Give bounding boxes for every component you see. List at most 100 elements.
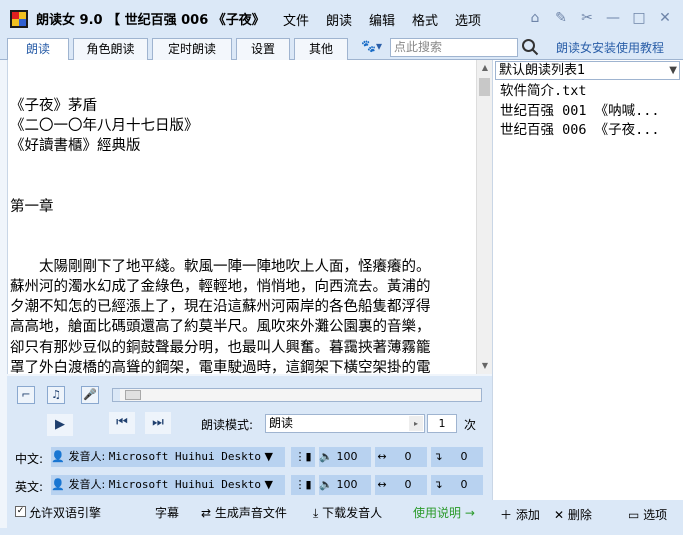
- skip-back-icon: ⏮: [116, 415, 128, 430]
- search-input[interactable]: 点此搜索: [390, 38, 518, 57]
- document-line: [10, 177, 475, 197]
- mode-select-value: 朗读: [269, 416, 294, 430]
- window-controls: ⌂ ✎ ✂ — □ ✕: [525, 8, 675, 28]
- english-pitch-control[interactable]: ↴ 0: [431, 475, 483, 495]
- scroll-down-icon[interactable]: ▼: [477, 358, 492, 374]
- play-icon: ▶: [55, 417, 65, 432]
- speaker-icon: 🔈: [319, 478, 333, 491]
- english-speaker-select[interactable]: 👤 发音人: Microsoft Huihui Deskto ▼: [51, 475, 285, 495]
- chevron-down-icon: ▼: [264, 478, 274, 491]
- usage-link[interactable]: 使用说明 →: [413, 504, 475, 521]
- chevron-down-icon: ▼: [669, 65, 677, 76]
- add-button[interactable]: ＋ 添加: [500, 506, 540, 523]
- mode-select[interactable]: 朗读 ▸: [265, 414, 425, 433]
- pitch-icon: ↴: [433, 450, 443, 463]
- document-line: 卻只有那炒豆似的銅鼓聲最分明，也最叫人興奮。暮靄挾著薄霧籠: [10, 339, 431, 356]
- bilingual-label: 允许双语引擎: [29, 506, 102, 520]
- paw-icon: 🐾: [361, 39, 376, 53]
- close-icon[interactable]: ✕: [655, 8, 675, 28]
- bilingual-checkbox[interactable]: ✓: [15, 506, 26, 517]
- english-voice-label: 英文:: [15, 480, 44, 494]
- repeat-count-input[interactable]: 1: [427, 414, 457, 433]
- menu-file[interactable]: 文件: [283, 10, 326, 29]
- next-button[interactable]: ⏭: [145, 412, 171, 434]
- equalizer-icon: ⋮▮: [294, 450, 312, 463]
- english-voice-settings-button[interactable]: ⋮▮: [291, 475, 315, 495]
- playlist-select[interactable]: 默认朗读列表1 ▼: [495, 61, 680, 80]
- delete-label: 删除: [567, 508, 592, 522]
- music-note-icon[interactable]: ♫: [47, 386, 65, 404]
- skip-forward-icon: ⏭: [152, 415, 164, 430]
- english-volume-value: 100: [336, 478, 358, 491]
- document-line: 高高地，艙面比碼頭還高了約莫半尺。風吹來外灘公園裏的音樂，: [10, 319, 431, 336]
- playlist-panel: 默认朗读列表1 ▼ 软件简介.txt 世纪百强 001 《呐喊... 世纪百强 …: [492, 60, 683, 500]
- progress-thumb[interactable]: [125, 390, 141, 400]
- playlist-toolbar: ＋ 添加 ✕ 删除 ▭ 选项: [492, 500, 683, 528]
- microphone-icon[interactable]: 🎤: [81, 386, 99, 404]
- chinese-speed-value: 0: [404, 450, 412, 463]
- document-line: 《好讀書櫃》經典版: [10, 138, 141, 155]
- list-item[interactable]: 世纪百强 006 《子夜...: [500, 121, 660, 141]
- scroll-up-icon[interactable]: ▲: [477, 60, 492, 76]
- chevron-down-icon: ▼: [264, 450, 274, 463]
- document-line: 夕潮不知怎的已經漲上了，現在沿這蘇州河兩岸的各色船隻都浮得: [10, 299, 431, 316]
- download-voice-button[interactable]: ⤓ 下载发音人: [313, 504, 382, 521]
- text-scrollbar[interactable]: ▲ ▼: [476, 60, 492, 374]
- document-text[interactable]: 《子夜》茅盾 《二〇一〇年八月十七日版》 《好讀書櫃》經典版 第一章 太陽剛剛下了地平…: [10, 96, 475, 374]
- progress-fill: [113, 389, 121, 401]
- english-speed-control[interactable]: ↔ 0: [375, 475, 427, 495]
- window-title: 朗读女 9.0 【 世纪百强 006 《子夜》: [36, 13, 265, 28]
- text-editor[interactable]: 《子夜》茅盾 《二〇一〇年八月十七日版》 《好讀書櫃》經典版 第一章 太陽剛剛下了地平…: [7, 60, 492, 374]
- scroll-thumb[interactable]: [479, 78, 490, 96]
- plus-icon: ＋: [500, 508, 513, 522]
- list-item[interactable]: 软件简介.txt: [500, 82, 660, 102]
- tab-settings[interactable]: 设置: [236, 38, 290, 60]
- tab-other[interactable]: 其他: [294, 38, 348, 60]
- maximize-icon[interactable]: □: [629, 8, 649, 28]
- playlist-items: 软件简介.txt 世纪百强 001 《呐喊... 世纪百强 006 《子夜...: [500, 82, 660, 141]
- subtitle-button[interactable]: 字幕: [155, 504, 179, 521]
- install-guide-link[interactable]: 朗读女安装使用教程: [556, 39, 664, 56]
- chinese-pitch-control[interactable]: ↴ 0: [431, 447, 483, 467]
- chinese-voice-label: 中文:: [15, 452, 44, 466]
- chinese-speed-control[interactable]: ↔ 0: [375, 447, 427, 467]
- search-engine-dropdown[interactable]: 🐾▾: [361, 39, 382, 53]
- pin-icon[interactable]: ✂: [577, 8, 597, 28]
- mode-select-scroll[interactable]: ▸: [409, 416, 423, 431]
- minimize-icon[interactable]: —: [603, 8, 623, 28]
- chinese-volume-value: 100: [336, 450, 358, 463]
- document-line: [10, 157, 475, 177]
- speed-arrows-icon: ↔: [377, 478, 387, 491]
- generate-audio-button[interactable]: ⇄ 生成声音文件: [201, 504, 287, 521]
- person-icon: 👤: [51, 478, 65, 491]
- chinese-voice-settings-button[interactable]: ⋮▮: [291, 447, 315, 467]
- search-icon[interactable]: [521, 38, 539, 56]
- options-label: 选项: [643, 508, 668, 522]
- chinese-speaker-select[interactable]: 👤 发音人: Microsoft Huihui Deskto ▼: [51, 447, 285, 467]
- add-label: 添加: [515, 508, 540, 522]
- tab-read[interactable]: 朗读: [7, 38, 69, 60]
- previous-button[interactable]: ⏮: [109, 412, 135, 434]
- tab-role-read[interactable]: 角色朗读: [73, 38, 148, 60]
- speaker-label: 发音人:: [68, 450, 106, 463]
- skin-icon[interactable]: ✎: [551, 8, 571, 28]
- playback-progress[interactable]: [112, 388, 482, 402]
- download-voice-label: 下载发音人: [322, 506, 383, 520]
- text-mode-icon[interactable]: ⌐: [17, 386, 35, 404]
- menu-options[interactable]: 选项: [455, 10, 498, 29]
- menu-read[interactable]: 朗读: [326, 10, 369, 29]
- document-line: [10, 237, 475, 257]
- play-button[interactable]: ▶: [47, 414, 73, 436]
- chinese-volume-control[interactable]: 🔈 100: [319, 447, 371, 467]
- document-line: 第一章: [10, 198, 54, 215]
- document-line: 太陽剛剛下了地平綫。軟風一陣一陣地吹上人面，怪癢癢的。: [10, 258, 431, 275]
- player-controls: ⌐ ♫ 🎤 ▶ ⏮ ⏭ 朗读模式: 朗读 ▸ 1 次 中文: 👤 发音人: Mi…: [7, 376, 492, 500]
- list-item[interactable]: 世纪百强 001 《呐喊...: [500, 102, 660, 122]
- options-button[interactable]: ▭ 选项: [628, 506, 667, 523]
- english-volume-control[interactable]: 🔈 100: [319, 475, 371, 495]
- tab-timed-read[interactable]: 定时朗读: [152, 38, 232, 60]
- menu-edit[interactable]: 编辑: [369, 10, 412, 29]
- delete-button[interactable]: ✕ 删除: [554, 506, 592, 523]
- menu-format[interactable]: 格式: [412, 10, 455, 29]
- home-icon[interactable]: ⌂: [525, 8, 545, 28]
